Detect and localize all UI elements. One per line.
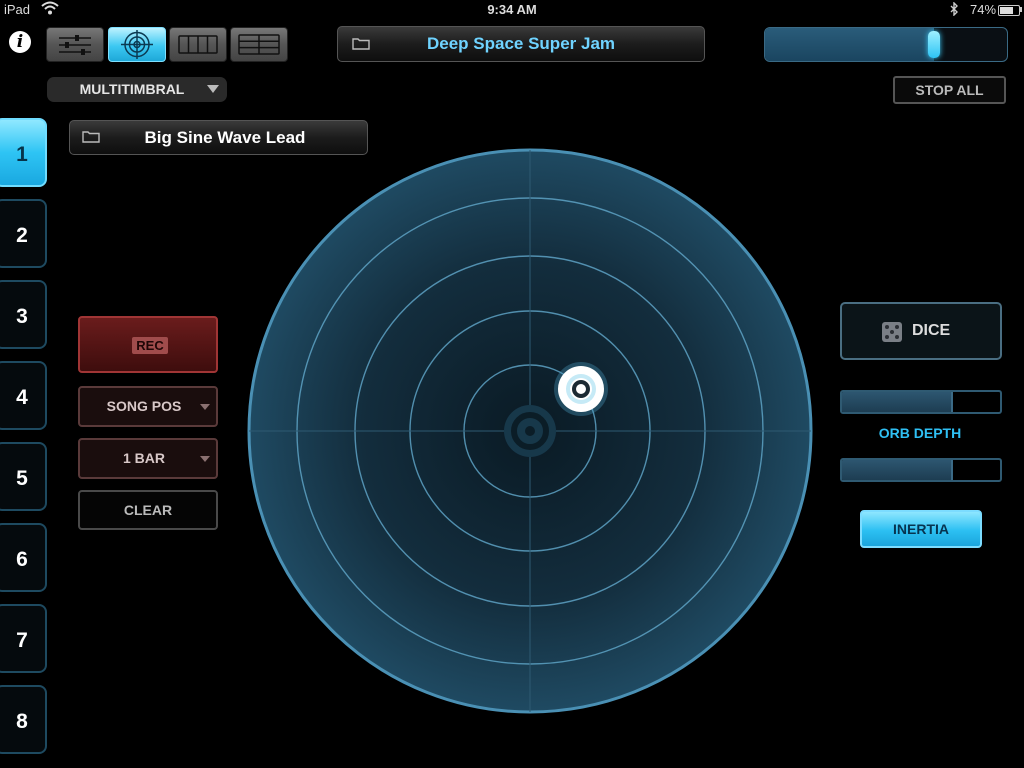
view-orb-button[interactable] bbox=[108, 27, 166, 62]
target-icon bbox=[121, 30, 153, 59]
slider-fill bbox=[842, 460, 954, 480]
channel-tab-6[interactable]: 6 bbox=[0, 523, 47, 592]
chevron-down-icon bbox=[200, 404, 210, 410]
channel-tab-8[interactable]: 8 bbox=[0, 685, 47, 754]
channel-label: 1 bbox=[16, 143, 28, 166]
channel-label: 2 bbox=[16, 224, 28, 247]
song-selector[interactable]: Deep Space Super Jam bbox=[337, 26, 705, 62]
channel-tab-2[interactable]: 2 bbox=[0, 199, 47, 268]
orb-second-slider[interactable] bbox=[840, 458, 1002, 482]
clear-button[interactable]: CLEAR bbox=[78, 490, 218, 530]
mixer-icon bbox=[59, 35, 91, 55]
chevron-down-icon bbox=[207, 85, 219, 93]
song-title: Deep Space Super Jam bbox=[426, 34, 616, 53]
dice-label: DICE bbox=[912, 322, 951, 339]
channel-label: 5 bbox=[16, 467, 28, 490]
bar-length-label: 1 BAR bbox=[122, 450, 165, 466]
battery-fill bbox=[1000, 7, 1014, 14]
dice-button[interactable]: DICE bbox=[840, 302, 1002, 360]
song-pos-label: SONG POS bbox=[106, 398, 182, 414]
columns-icon bbox=[178, 35, 218, 54]
stop-all-button[interactable]: STOP ALL bbox=[893, 76, 1006, 104]
master-volume-slider[interactable] bbox=[764, 27, 1008, 62]
channel-label: 4 bbox=[16, 386, 28, 409]
orb-pad[interactable] bbox=[246, 147, 814, 715]
channel-tab-3[interactable]: 3 bbox=[0, 280, 47, 349]
rows-icon bbox=[238, 34, 280, 55]
orb-center-target bbox=[504, 405, 556, 457]
battery-icon bbox=[998, 5, 1020, 16]
view-columns-button[interactable] bbox=[169, 27, 227, 62]
song-pos-dropdown[interactable]: SONG POS bbox=[78, 386, 218, 427]
channel-label: 3 bbox=[16, 305, 28, 328]
view-rows-button[interactable] bbox=[230, 27, 288, 62]
dice-icon bbox=[882, 322, 902, 342]
record-button[interactable]: REC bbox=[78, 316, 218, 373]
orb-depth-label: ORB DEPTH bbox=[878, 425, 962, 441]
channel-label: 6 bbox=[16, 548, 28, 571]
folder-icon bbox=[82, 131, 100, 143]
rec-label: REC bbox=[132, 337, 168, 354]
info-button[interactable]: i bbox=[9, 31, 31, 53]
slider-fill bbox=[842, 392, 954, 412]
channel-tab-5[interactable]: 5 bbox=[0, 442, 47, 511]
battery-percent: 74% bbox=[970, 2, 997, 17]
bar-length-dropdown[interactable]: 1 BAR bbox=[78, 438, 218, 479]
view-mixer-button[interactable] bbox=[46, 27, 104, 62]
orb-depth-slider[interactable] bbox=[840, 390, 1002, 414]
orb-handle[interactable] bbox=[554, 362, 608, 416]
mode-dropdown[interactable]: MULTITIMBRAL bbox=[47, 77, 227, 102]
channel-tab-1[interactable]: 1 bbox=[0, 118, 47, 187]
volume-handle[interactable] bbox=[928, 31, 941, 58]
bluetooth-icon bbox=[949, 1, 959, 19]
channel-tab-4[interactable]: 4 bbox=[0, 361, 47, 430]
clock: 9:34 AM bbox=[487, 2, 537, 17]
battery-tip bbox=[1020, 7, 1022, 12]
channel-tab-7[interactable]: 7 bbox=[0, 604, 47, 673]
chevron-down-icon bbox=[200, 456, 210, 462]
status-bar: iPad 9:34 AM 74% bbox=[0, 0, 1024, 20]
mode-label: MULTITIMBRAL bbox=[79, 81, 185, 97]
channel-label: 7 bbox=[16, 629, 28, 652]
inertia-toggle[interactable]: INERTIA bbox=[860, 510, 982, 548]
channel-label: 8 bbox=[16, 710, 28, 733]
volume-fill bbox=[765, 28, 935, 61]
